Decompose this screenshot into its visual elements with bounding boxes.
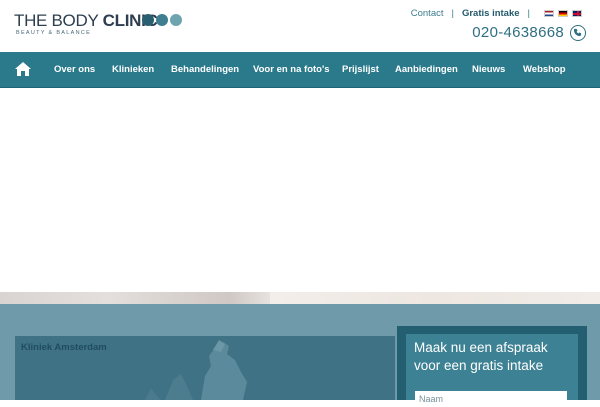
kliniek-amsterdam-panel[interactable]: Kliniek Amsterdam (15, 336, 395, 400)
logo-wordmark: THE BODY CLINIC (14, 11, 158, 31)
name-input[interactable] (415, 391, 567, 407)
phone-contact[interactable]: 020-4638668 (472, 24, 586, 41)
hero-banner (0, 88, 600, 293)
form-title: Maak nu een afspraak voor een gratis int… (414, 340, 548, 373)
nav-item-behandelingen[interactable]: Behandelingen (171, 52, 239, 87)
nav-item-aanbiedingen[interactable]: Aanbiedingen (395, 52, 458, 87)
gratis-intake-link[interactable]: Gratis intake (462, 8, 520, 19)
kliniek-title: Kliniek Amsterdam (21, 342, 107, 353)
intake-form: Maak nu een afspraak voor een gratis int… (406, 334, 578, 407)
separator: | (451, 7, 454, 19)
logo-tagline: BEAUTY & BALANCE (16, 30, 92, 36)
logo-dot (170, 14, 182, 26)
hero-image-strip (0, 292, 600, 304)
nav-item-over-ons[interactable]: Over ons (54, 52, 95, 87)
hero-image-right (270, 292, 600, 304)
main-nav: Over ons Klinieken Behandelingen Voor en… (0, 52, 600, 88)
contact-link[interactable]: Contact (411, 8, 444, 19)
nav-item-webshop[interactable]: Webshop (523, 52, 566, 87)
phone-number[interactable]: 020-4638668 (472, 24, 564, 41)
separator: | (527, 7, 530, 19)
en-flag-icon[interactable] (572, 9, 582, 17)
nav-item-klinieken[interactable]: Klinieken (112, 52, 154, 87)
logo-dot (142, 14, 154, 26)
intake-form-panel: Maak nu een afspraak voor een gratis int… (397, 326, 587, 407)
nav-item-voor-en-na[interactable]: Voor en na foto's (253, 52, 330, 87)
logo-dot (156, 14, 168, 26)
logo-the-body: THE BODY (14, 11, 99, 30)
phone-icon[interactable] (570, 24, 586, 41)
header: THE BODY CLINIC BEAUTY & BALANCE Contact… (0, 0, 600, 52)
de-flag-icon[interactable] (558, 9, 568, 17)
nav-item-prijslijst[interactable]: Prijslijst (342, 52, 379, 87)
home-icon[interactable] (14, 61, 32, 77)
top-links: Contact | Gratis intake | (411, 6, 582, 20)
nl-flag-icon[interactable] (544, 9, 554, 17)
logo[interactable]: THE BODY CLINIC BEAUTY & BALANCE (14, 11, 189, 41)
hero-image-left (0, 292, 270, 304)
nav-item-nieuws[interactable]: Nieuws (472, 52, 505, 87)
